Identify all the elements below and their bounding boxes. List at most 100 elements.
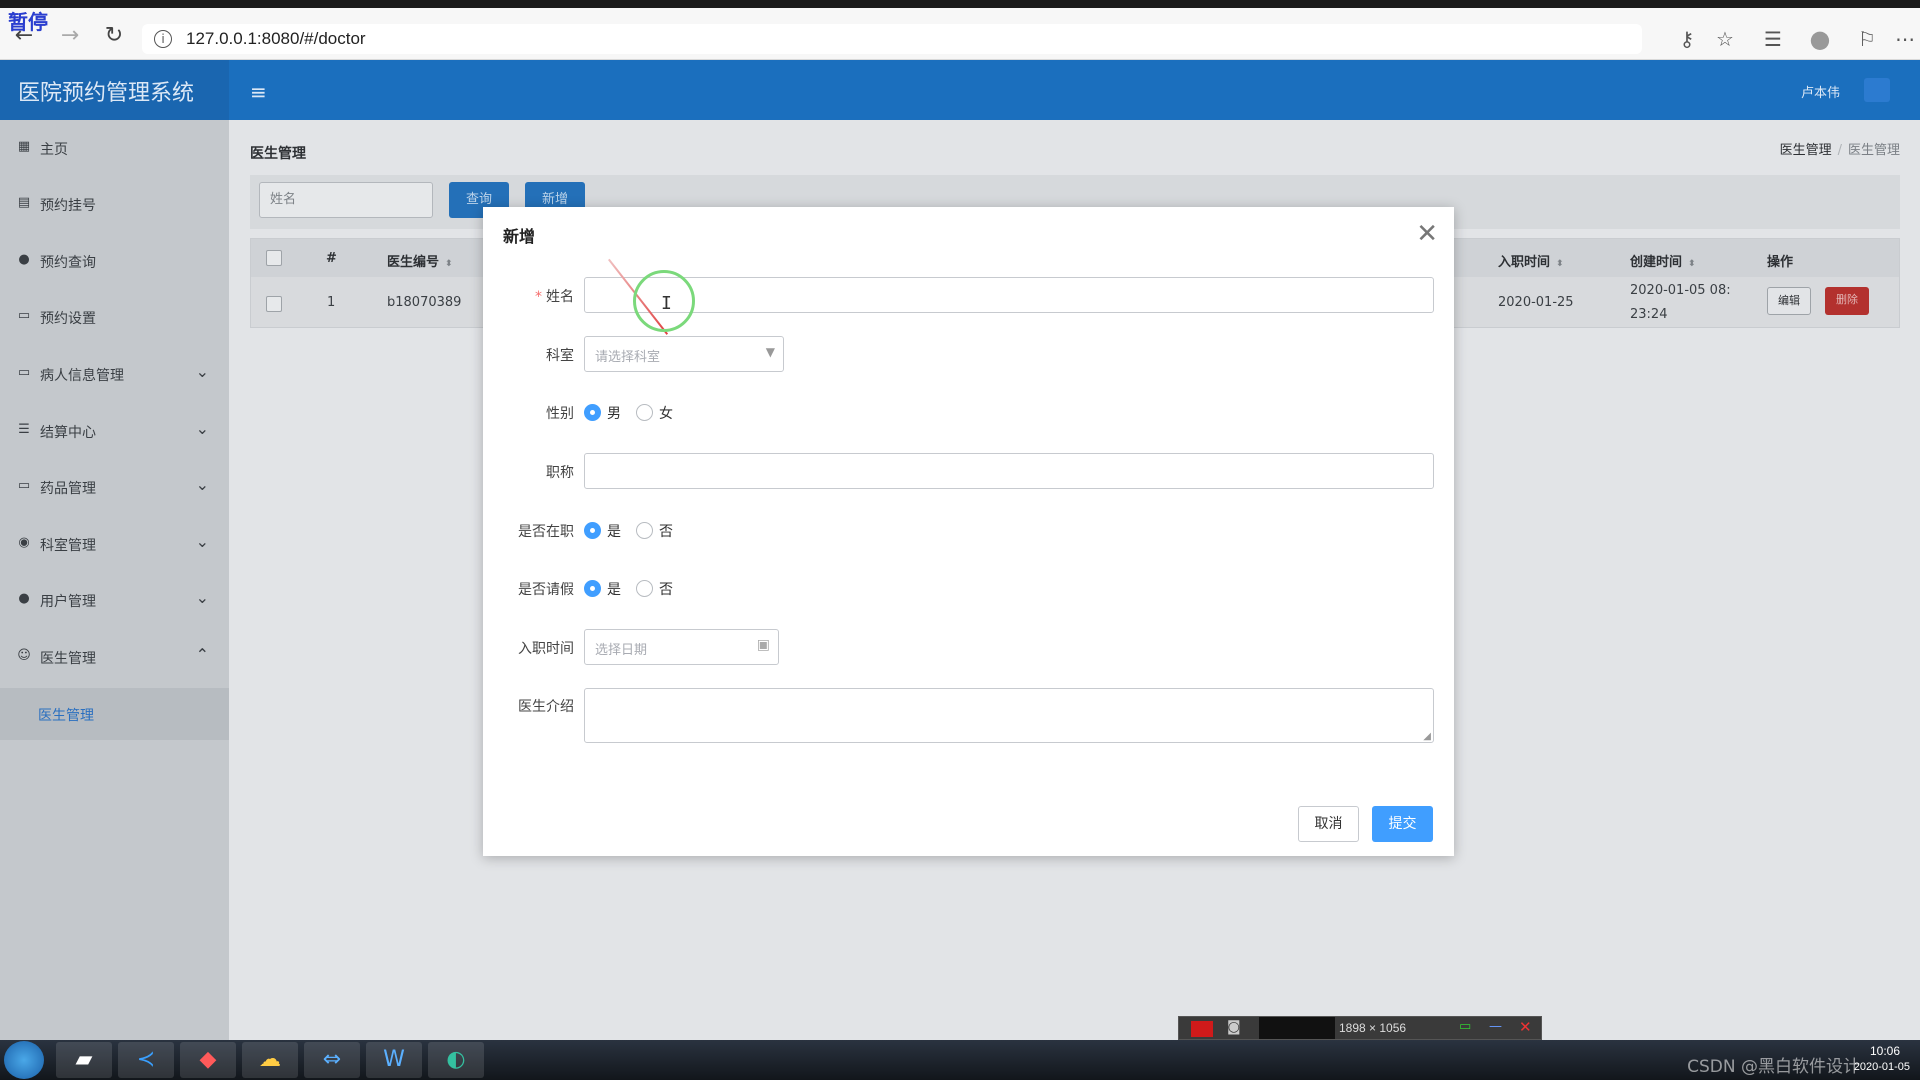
breadcrumb-item-current: 医生管理: [1847, 143, 1900, 158]
sidebar-item-appointment-query[interactable]: ● 预约查询: [0, 233, 229, 289]
address-bar[interactable]: i 127.0.0.1:8080/#/doctor: [142, 24, 1642, 54]
on-leave-no-radio[interactable]: [636, 580, 653, 597]
sidebar-item-patient-info[interactable]: ▭ 病人信息管理 ⌄: [0, 346, 229, 402]
settings-card-icon: ▭: [17, 308, 31, 323]
gender-label: 性别: [546, 406, 574, 422]
chevron-down-icon: ⌄: [195, 362, 209, 381]
recording-size: 1898 × 1056: [1339, 1021, 1407, 1035]
intellij-icon[interactable]: ◆: [180, 1042, 236, 1078]
on-leave-no-label[interactable]: 否: [659, 579, 673, 599]
feedback-icon[interactable]: ⚐: [1852, 24, 1882, 54]
start-button[interactable]: [4, 1041, 44, 1079]
job-title-input[interactable]: [584, 453, 1434, 489]
sidebar-item-drugs[interactable]: ▭ 药品管理 ⌄: [0, 459, 229, 515]
forward-icon[interactable]: →: [56, 22, 84, 50]
watermark-text: CSDN @黑白软件设计: [1687, 1057, 1860, 1077]
sidebar-item-departments[interactable]: ◉ 科室管理 ⌄: [0, 516, 229, 572]
clock-time[interactable]: 10:06: [1870, 1044, 1900, 1058]
fullscreen-icon[interactable]: ▭: [1459, 1019, 1471, 1034]
back-icon[interactable]: ←: [10, 22, 38, 50]
row-checkbox[interactable]: [266, 296, 282, 312]
col-created-time[interactable]: 创建时间 ⬍: [1630, 251, 1696, 270]
on-leave-yes-label[interactable]: 是: [607, 579, 621, 599]
reload-icon[interactable]: ↻: [100, 22, 128, 50]
url-text[interactable]: 127.0.0.1:8080/#/doctor: [186, 29, 366, 49]
row-index: 1: [327, 295, 336, 310]
sidebar-item-label: 医生管理: [40, 651, 96, 667]
sidebar-subitem-doctor-management[interactable]: 医生管理: [0, 688, 229, 740]
submit-button[interactable]: 提交: [1372, 806, 1433, 842]
avatar[interactable]: [1864, 78, 1890, 102]
drug-icon: ▭: [17, 478, 31, 493]
vscode-icon[interactable]: ≺: [118, 1042, 174, 1078]
teamviewer-icon[interactable]: ⇔: [304, 1042, 360, 1078]
file-explorer-icon[interactable]: ▰: [56, 1042, 112, 1078]
recorder-preview: [1259, 1017, 1335, 1039]
row-doctor-code: b18070389: [387, 295, 462, 310]
breadcrumb-item[interactable]: 医生管理: [1780, 143, 1832, 158]
hire-date-label: 入职时间: [518, 641, 574, 657]
cancel-button[interactable]: 取消: [1298, 806, 1359, 842]
on-leave-yes-radio[interactable]: [584, 580, 601, 597]
chevron-down-icon: ⌄: [195, 475, 209, 494]
sidebar-item-label: 结算中心: [40, 425, 96, 441]
on-duty-yes-radio[interactable]: [584, 522, 601, 539]
site-info-icon[interactable]: i: [154, 30, 172, 48]
minimize-icon[interactable]: —: [1489, 1019, 1502, 1034]
sidebar-item-label: 药品管理: [40, 481, 96, 497]
camera-icon[interactable]: ◙: [1227, 1019, 1241, 1035]
on-duty-no-radio[interactable]: [636, 522, 653, 539]
user-icon: ●: [18, 591, 30, 606]
department-select[interactable]: 请选择科室 ▼: [584, 336, 784, 372]
resize-handle-icon[interactable]: ◢: [1423, 731, 1431, 742]
favorites-list-icon[interactable]: ☰: [1758, 24, 1788, 54]
intro-textarea[interactable]: ◢: [584, 688, 1434, 743]
hire-date-picker[interactable]: 选择日期 ▣: [584, 629, 779, 665]
current-user-name[interactable]: 卢本伟: [1801, 82, 1840, 101]
record-stop-icon[interactable]: [1191, 1021, 1213, 1037]
gender-female-radio[interactable]: [636, 404, 653, 421]
row-created-time-date: 2020-01-05 08:: [1630, 283, 1731, 298]
col-doctor-code[interactable]: 医生编号 ⬍: [387, 251, 453, 270]
clock-date[interactable]: 2020-01-05: [1854, 1061, 1910, 1073]
chevron-down-icon: ⌄: [195, 532, 209, 551]
smiley-icon: ☺: [17, 648, 31, 663]
gender-female-label[interactable]: 女: [659, 403, 673, 423]
sidebar-item-home[interactable]: ▦ 主页: [0, 120, 229, 176]
app-cloud-icon[interactable]: ☁: [242, 1042, 298, 1078]
sidebar-item-appointment-settings[interactable]: ▭ 预约设置: [0, 289, 229, 345]
close-icon[interactable]: ✕: [1519, 1018, 1532, 1036]
more-menu-icon[interactable]: ⋯: [1890, 24, 1920, 54]
gender-male-radio[interactable]: [584, 404, 601, 421]
menu-toggle-icon[interactable]: ≡: [250, 80, 267, 104]
sidebar-item-label: 预约查询: [40, 255, 96, 271]
on-duty-yes-label[interactable]: 是: [607, 521, 621, 541]
chevron-up-icon: ⌃: [195, 645, 209, 664]
sidebar-item-doctors[interactable]: ☺ 医生管理 ⌃: [0, 629, 229, 685]
writer-app-icon[interactable]: W: [366, 1042, 422, 1078]
chevron-down-icon: ⌄: [195, 588, 209, 607]
edit-button[interactable]: 编辑: [1767, 287, 1811, 315]
search-input[interactable]: 姓名: [259, 182, 433, 218]
on-leave-label: 是否请假: [518, 582, 574, 598]
key-icon[interactable]: ⚷: [1672, 24, 1702, 54]
sidebar-item-users[interactable]: ● 用户管理 ⌄: [0, 572, 229, 628]
chevron-down-icon: ⌄: [195, 419, 209, 438]
title-strip: [0, 0, 1920, 8]
select-all-checkbox[interactable]: [266, 250, 282, 266]
col-hire-date[interactable]: 入职时间 ⬍: [1498, 251, 1564, 270]
favorite-star-icon[interactable]: ☆: [1710, 24, 1740, 54]
sidebar-item-billing[interactable]: ☰ 结算中心 ⌄: [0, 403, 229, 459]
sidebar-item-label: 主页: [40, 142, 68, 158]
delete-button[interactable]: 删除: [1825, 287, 1869, 315]
gender-male-label[interactable]: 男: [607, 403, 621, 423]
edge-beta-icon[interactable]: ◐: [428, 1042, 484, 1078]
name-input[interactable]: [584, 277, 1434, 313]
sidebar-item-appointment-register[interactable]: ▤ 预约挂号: [0, 176, 229, 232]
on-duty-no-label[interactable]: 否: [659, 521, 673, 541]
close-icon[interactable]: ✕: [1416, 221, 1438, 247]
taskbar: ▰ ≺ ◆ ☁ ⇔ W ◐ CSDN @黑白软件设计 10:06 2020-01…: [0, 1040, 1920, 1080]
sidebar-item-label: 预约设置: [40, 311, 96, 327]
grid-icon: ▦: [17, 139, 31, 154]
profile-avatar-icon[interactable]: ●: [1805, 24, 1835, 54]
